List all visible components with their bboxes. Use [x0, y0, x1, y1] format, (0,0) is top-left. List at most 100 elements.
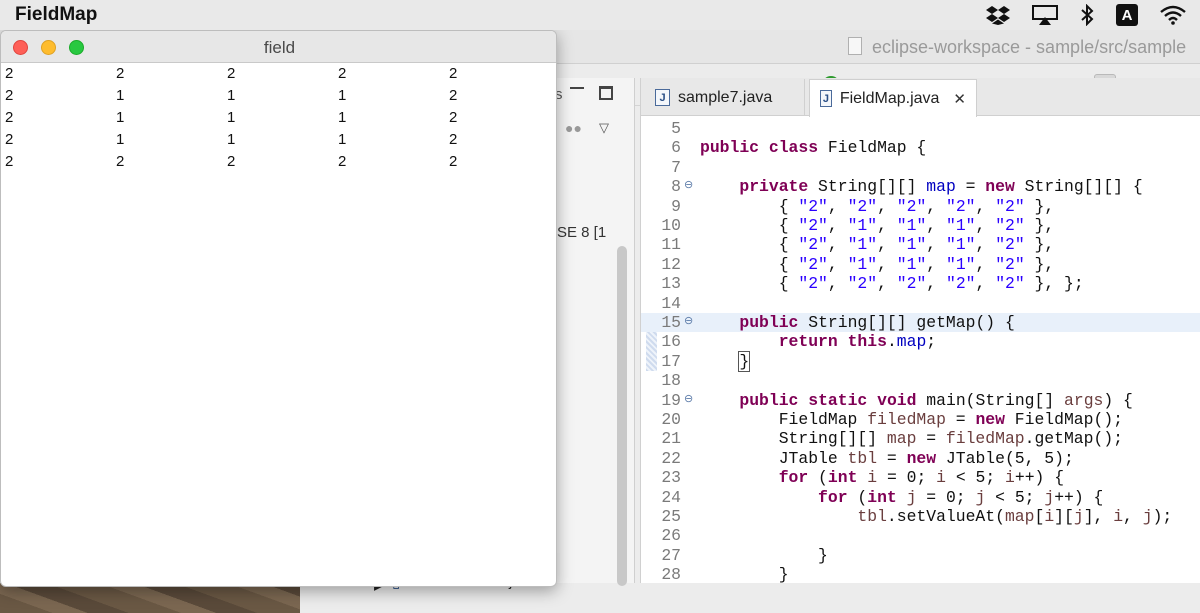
- table-row[interactable]: 22222: [1, 151, 556, 173]
- code-area[interactable]: 5 6 public class FieldMap {7 8 ⊖ private Str…: [641, 117, 1200, 584]
- table-cell[interactable]: 2: [116, 63, 227, 85]
- document-icon: [848, 37, 862, 55]
- code-line[interactable]: 13 { "2", "2", "2", "2", "2" }, };: [641, 274, 1200, 293]
- view-menu-chevron-icon[interactable]: ▽: [599, 120, 609, 136]
- package-explorer-view: rs ●● ▽ SE 8 [1: [550, 78, 635, 586]
- code-line[interactable]: 5: [641, 119, 1200, 138]
- tab-sample7[interactable]: J sample7.java: [645, 79, 805, 116]
- table-row[interactable]: 21112: [1, 129, 556, 151]
- code-line[interactable]: 26: [641, 526, 1200, 545]
- code-line[interactable]: 24 for (int j = 0; j < 5; j++) {: [641, 488, 1200, 507]
- code-line[interactable]: 17 }: [641, 350, 1200, 372]
- tab-fieldmap[interactable]: J FieldMap.java ✕: [809, 79, 977, 117]
- code-text: private String[][] map = new String[][] …: [739, 177, 1143, 197]
- table-cell[interactable]: 1: [338, 85, 449, 107]
- code-line[interactable]: 28 }: [641, 565, 1200, 584]
- tab-label: sample7.java: [678, 88, 773, 106]
- code-line[interactable]: 25 tbl.setValueAt(map[i][j], i, j);: [641, 507, 1200, 526]
- table-cell[interactable]: 2: [338, 151, 449, 173]
- dropbox-icon[interactable]: [986, 5, 1010, 25]
- code-text: for (int i = 0; i < 5; i++) {: [778, 468, 1065, 488]
- table-cell[interactable]: 2: [5, 107, 116, 129]
- table-cell[interactable]: 1: [227, 85, 338, 107]
- jre-library-label[interactable]: SE 8 [1: [557, 224, 606, 241]
- code-line[interactable]: 6 public class FieldMap {: [641, 138, 1200, 157]
- code-text: { "2", "1", "1", "1", "2" },: [700, 254, 1055, 274]
- code-text: tbl.setValueAt(map[i][j], i, j);: [857, 507, 1173, 526]
- code-line[interactable]: 22 JTable tbl = new JTable(5, 5);: [641, 449, 1200, 468]
- table-cell[interactable]: 2: [449, 85, 556, 107]
- code-line[interactable]: 9 { "2", "2", "2", "2", "2" },: [641, 197, 1200, 216]
- input-source-icon[interactable]: A: [1116, 4, 1138, 26]
- code-text: for (int j = 0; j < 5; j++) {: [818, 487, 1104, 507]
- code-text: }: [700, 565, 789, 585]
- maximize-view-icon[interactable]: [599, 86, 613, 100]
- java-file-icon: J: [820, 90, 832, 107]
- fold-toggle-icon[interactable]: ⊖: [684, 313, 693, 332]
- code-line[interactable]: 23 for (int i = 0; i < 5; i++) {: [641, 468, 1200, 487]
- line-number: 16: [661, 332, 681, 352]
- line-number: 25: [661, 507, 681, 526]
- code-line[interactable]: 21 String[][] map = filedMap.getMap();: [641, 429, 1200, 448]
- table-cell[interactable]: 2: [5, 129, 116, 151]
- field-window: field 2222221112211122111222222: [0, 30, 557, 587]
- line-number: 12: [661, 254, 681, 274]
- code-line[interactable]: 7: [641, 158, 1200, 177]
- table-row[interactable]: 21112: [1, 85, 556, 107]
- code-text: return this.map;: [778, 332, 937, 352]
- line-number: 6: [671, 138, 681, 158]
- table-cell[interactable]: 1: [338, 129, 449, 151]
- table-cell[interactable]: 2: [449, 107, 556, 129]
- line-number: 15: [661, 313, 681, 332]
- table-cell[interactable]: 2: [449, 63, 556, 85]
- table-cell[interactable]: 2: [5, 63, 116, 85]
- line-number: 23: [661, 468, 681, 488]
- app-name-menu[interactable]: FieldMap: [15, 4, 97, 26]
- code-text: { "2", "1", "1", "1", "2" },: [700, 235, 1055, 255]
- code-line[interactable]: 14: [641, 294, 1200, 313]
- wifi-icon[interactable]: [1160, 5, 1186, 25]
- table-row[interactable]: 21112: [1, 107, 556, 129]
- table-cell[interactable]: 2: [449, 129, 556, 151]
- table-cell[interactable]: 2: [227, 63, 338, 85]
- code-line[interactable]: 27 }: [641, 546, 1200, 565]
- table-cell[interactable]: 1: [116, 107, 227, 129]
- code-text: JTable tbl = new JTable(5, 5);: [700, 448, 1074, 468]
- table-cell[interactable]: 2: [338, 63, 449, 85]
- code-line[interactable]: 16 return this.map;: [641, 332, 1200, 351]
- code-line[interactable]: 12 { "2", "1", "1", "1", "2" },: [641, 255, 1200, 274]
- code-line[interactable]: 11 { "2", "1", "1", "1", "2" },: [641, 235, 1200, 254]
- desktop-background: [0, 583, 300, 613]
- table-cell[interactable]: 2: [116, 151, 227, 173]
- fold-toggle-icon[interactable]: ⊖: [684, 177, 693, 196]
- line-number: 13: [661, 274, 681, 294]
- table-cell[interactable]: 1: [338, 107, 449, 129]
- table-cell[interactable]: 2: [5, 85, 116, 107]
- code-line[interactable]: 19 ⊖ public static void main(String[] arg…: [641, 391, 1200, 410]
- code-text: }: [738, 350, 751, 372]
- table-cell[interactable]: 2: [227, 151, 338, 173]
- table-cell[interactable]: 2: [5, 151, 116, 173]
- close-tab-icon[interactable]: ✕: [953, 90, 966, 108]
- code-text: public String[][] getMap() {: [739, 313, 1015, 332]
- collapse-all-icon[interactable]: ●●: [565, 120, 582, 136]
- table-cell[interactable]: 1: [116, 85, 227, 107]
- table-cell[interactable]: 1: [227, 107, 338, 129]
- bluetooth-icon[interactable]: [1080, 4, 1094, 26]
- code-line[interactable]: 18: [641, 371, 1200, 390]
- line-number: 8: [671, 177, 681, 197]
- fold-toggle-icon[interactable]: ⊖: [684, 391, 693, 410]
- table-cell[interactable]: 1: [227, 129, 338, 151]
- code-line[interactable]: 15 ⊖ public String[][] getMap() {: [641, 313, 1200, 333]
- table-cell[interactable]: 1: [116, 129, 227, 151]
- airplay-icon[interactable]: [1032, 5, 1058, 25]
- code-line[interactable]: 8 ⊖ private String[][] map = new String[]…: [641, 177, 1200, 196]
- java-editor: J sample7.java J FieldMap.java ✕ 5 6 publi…: [640, 78, 1200, 584]
- table-cell[interactable]: 2: [449, 151, 556, 173]
- code-line[interactable]: 20 FieldMap filedMap = new FieldMap();: [641, 410, 1200, 429]
- code-line[interactable]: 10 { "2", "1", "1", "1", "2" },: [641, 216, 1200, 235]
- table-row[interactable]: 22222: [1, 63, 556, 85]
- view-scrollbar[interactable]: [617, 246, 627, 586]
- code-text: FieldMap filedMap = new FieldMap();: [700, 410, 1123, 429]
- minimize-view-icon[interactable]: [570, 87, 584, 90]
